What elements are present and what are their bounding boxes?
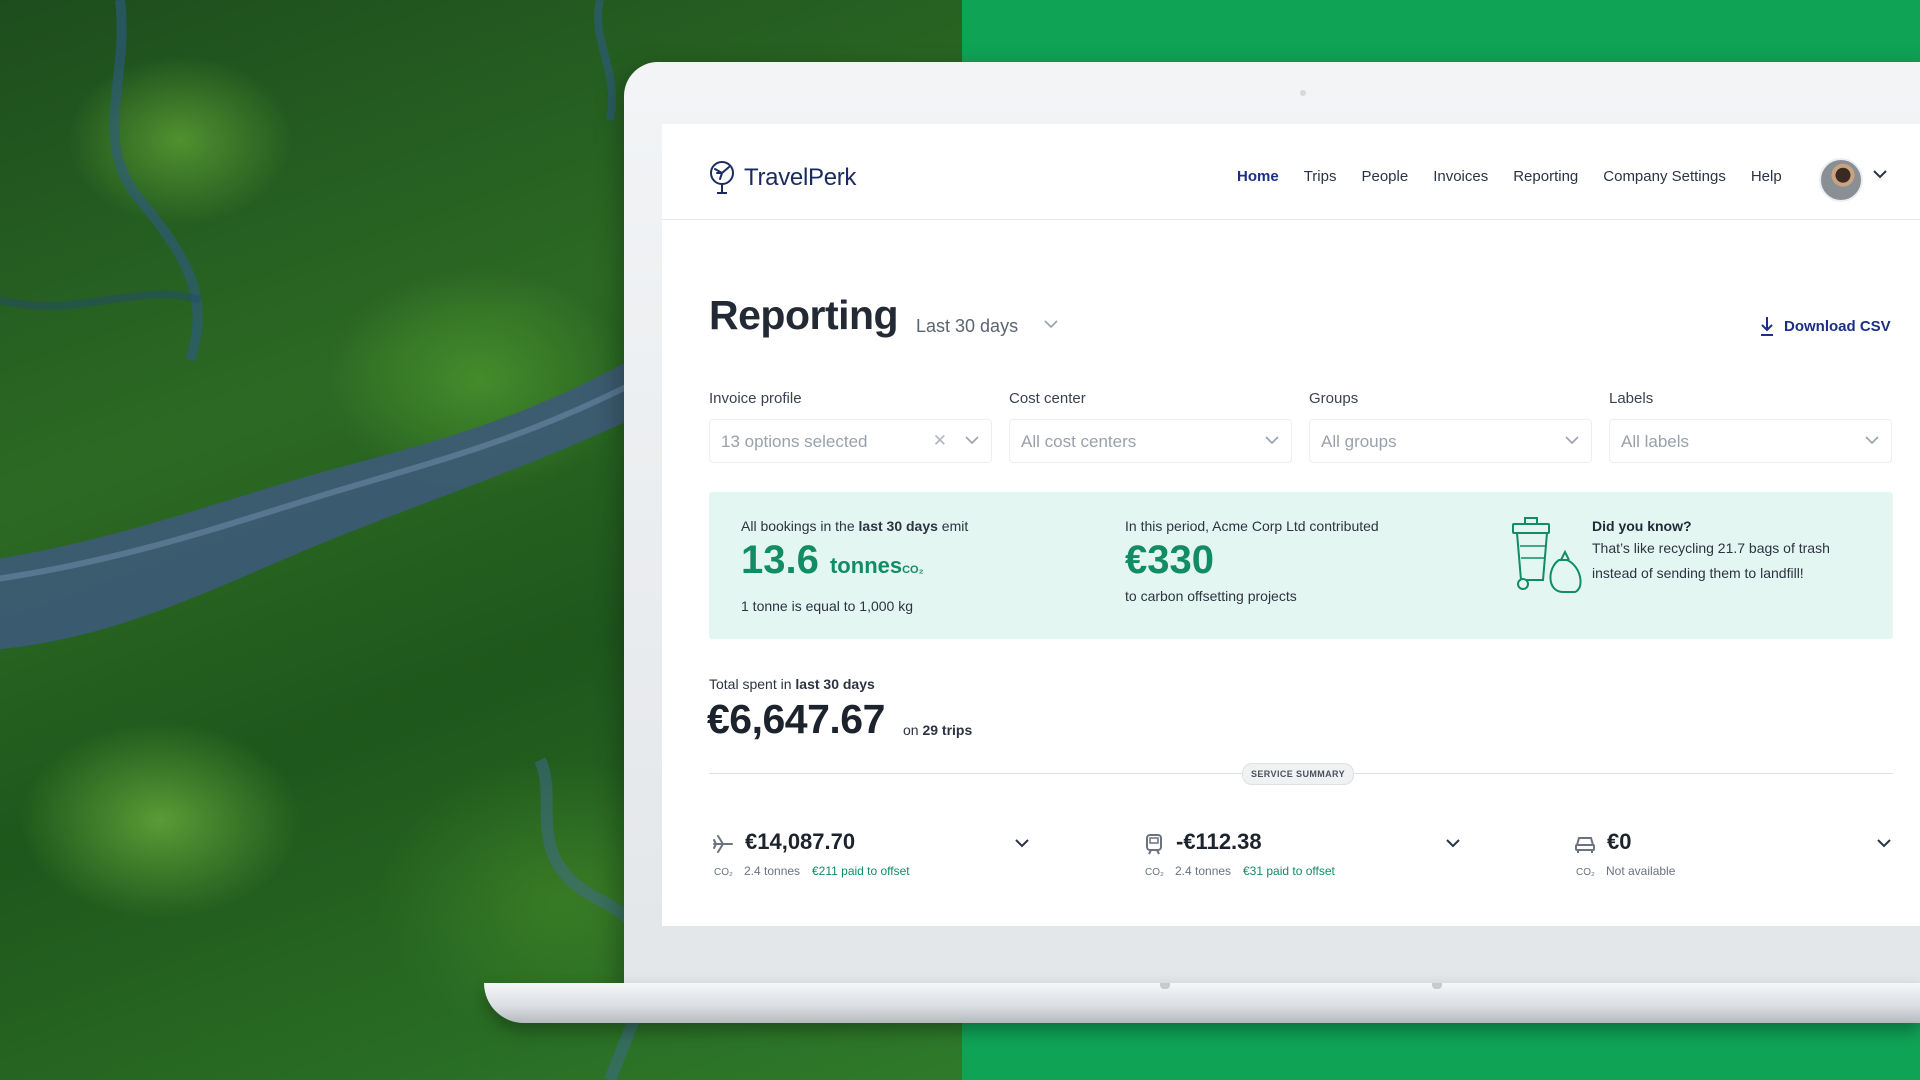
chevron-down-icon: [965, 436, 979, 445]
flights-co2-label: CO₂: [714, 867, 733, 878]
green-band-bottom: [962, 1022, 1920, 1080]
service-flights: €14,087.70 CO₂ 2.4 tonnes €211 paid to o…: [712, 829, 1042, 889]
emissions-amount: 13.6 tonnesCO₂: [741, 538, 924, 582]
flights-amount: €14,087.70: [745, 829, 856, 854]
cars-amount: €0: [1607, 829, 1632, 854]
nav-people[interactable]: People: [1361, 168, 1408, 185]
car-icon: [1575, 837, 1595, 853]
clear-icon[interactable]: ✕: [933, 431, 947, 451]
laptop-hinge-seam: [1160, 983, 1170, 989]
flights-tonnes: 2.4 tonnes: [744, 864, 801, 878]
emissions-intro: All bookings in the last 30 days emit: [741, 518, 969, 534]
nav-help[interactable]: Help: [1751, 168, 1782, 185]
laptop-camera: [1300, 90, 1306, 96]
service-trains: -€112.38 CO₂ 2.4 tonnes €31 paid to offs…: [1143, 829, 1473, 889]
labels-select[interactable]: All labels: [1609, 419, 1892, 463]
nav-home[interactable]: Home: [1237, 168, 1279, 185]
emissions-panel: All bookings in the last 30 days emit 13…: [709, 492, 1893, 639]
main-nav: Home Trips People Invoices Reporting Com…: [1237, 168, 1807, 185]
laptop-base: [484, 983, 1920, 1023]
chevron-down-icon[interactable]: [1877, 839, 1891, 848]
chevron-down-icon: [1565, 436, 1579, 445]
chevron-down-icon: [1865, 436, 1879, 445]
green-band-top: [962, 0, 1920, 62]
filter-label-labels: Labels: [1609, 390, 1654, 407]
tip-block: Did you know? That’s like recycling 21.7…: [1592, 518, 1872, 586]
total-spent-label: Total spent in last 30 days: [709, 676, 875, 692]
download-icon: [1761, 317, 1773, 336]
contribution-intro: In this period, Acme Corp Ltd contribute…: [1125, 518, 1379, 534]
trains-co2-label: CO₂: [1145, 867, 1164, 878]
tip-heading: Did you know?: [1592, 518, 1692, 534]
invoice-profile-value: 13 options selected: [721, 432, 868, 451]
recycle-bin-icon: [1512, 517, 1582, 593]
cars-tonnes: Not available: [1606, 864, 1676, 878]
travelperk-logo[interactable]: TravelPerk: [708, 160, 856, 196]
labels-value: All labels: [1621, 432, 1690, 451]
trains-offset: €31 paid to offset: [1243, 864, 1335, 878]
trains-tonnes: 2.4 tonnes: [1175, 864, 1232, 878]
chevron-down-icon[interactable]: [1044, 320, 1058, 329]
logo-plane-icon: [710, 161, 734, 194]
nav-invoices[interactable]: Invoices: [1433, 168, 1488, 185]
app-screen: TravelPerk Home Trips People Invoices Re…: [662, 124, 1920, 926]
filter-label-groups: Groups: [1309, 390, 1359, 407]
total-spent-amount: €6,647.67: [707, 696, 885, 742]
trains-amount: -€112.38: [1176, 829, 1262, 854]
contribution-note: to carbon offsetting projects: [1125, 588, 1297, 604]
contribution-amount: €330: [1125, 538, 1214, 582]
tip-body: That’s like recycling 21.7 bags of trash…: [1592, 540, 1830, 581]
cost-center-select[interactable]: All cost centers: [1009, 419, 1292, 463]
period-select[interactable]: Last 30 days: [916, 316, 1018, 337]
emissions-block: All bookings in the last 30 days emit 13…: [741, 518, 968, 614]
invoice-profile-select[interactable]: 13 options selected ✕: [709, 419, 992, 463]
page-title: Reporting: [709, 292, 899, 338]
train-icon: [1146, 834, 1162, 855]
cars-co2-label: CO₂: [1576, 867, 1595, 878]
laptop-hinge-seam: [1432, 983, 1442, 989]
user-avatar[interactable]: [1819, 158, 1863, 202]
trip-count: on 29 trips: [903, 722, 973, 738]
groups-value: All groups: [1321, 432, 1397, 451]
nav-reporting[interactable]: Reporting: [1513, 168, 1578, 185]
emissions-note: 1 tonne is equal to 1,000 kg: [741, 598, 914, 614]
chevron-down-icon[interactable]: [1446, 839, 1460, 848]
service-cars: €0 CO₂ Not available: [1574, 829, 1904, 889]
download-csv-label: Download CSV: [1784, 317, 1891, 335]
nav-trips[interactable]: Trips: [1304, 168, 1337, 185]
contribution-block: In this period, Acme Corp Ltd contribute…: [1125, 518, 1379, 604]
chevron-down-icon[interactable]: [1873, 170, 1887, 179]
filter-label-cost-center: Cost center: [1009, 390, 1086, 407]
download-csv-button[interactable]: Download CSV: [1760, 316, 1891, 336]
chevron-down-icon: [1265, 436, 1279, 445]
brand-name: TravelPerk: [744, 164, 857, 191]
flights-offset: €211 paid to offset: [812, 864, 910, 878]
cost-center-value: All cost centers: [1021, 432, 1137, 451]
nav-company-settings[interactable]: Company Settings: [1603, 168, 1726, 185]
chevron-down-icon[interactable]: [1015, 839, 1029, 848]
app-header: TravelPerk Home Trips People Invoices Re…: [662, 124, 1920, 220]
service-summary-badge: SERVICE SUMMARY: [1242, 763, 1355, 785]
plane-icon: [713, 835, 733, 853]
groups-select[interactable]: All groups: [1309, 419, 1592, 463]
filter-label-invoice-profile: Invoice profile: [709, 390, 802, 407]
